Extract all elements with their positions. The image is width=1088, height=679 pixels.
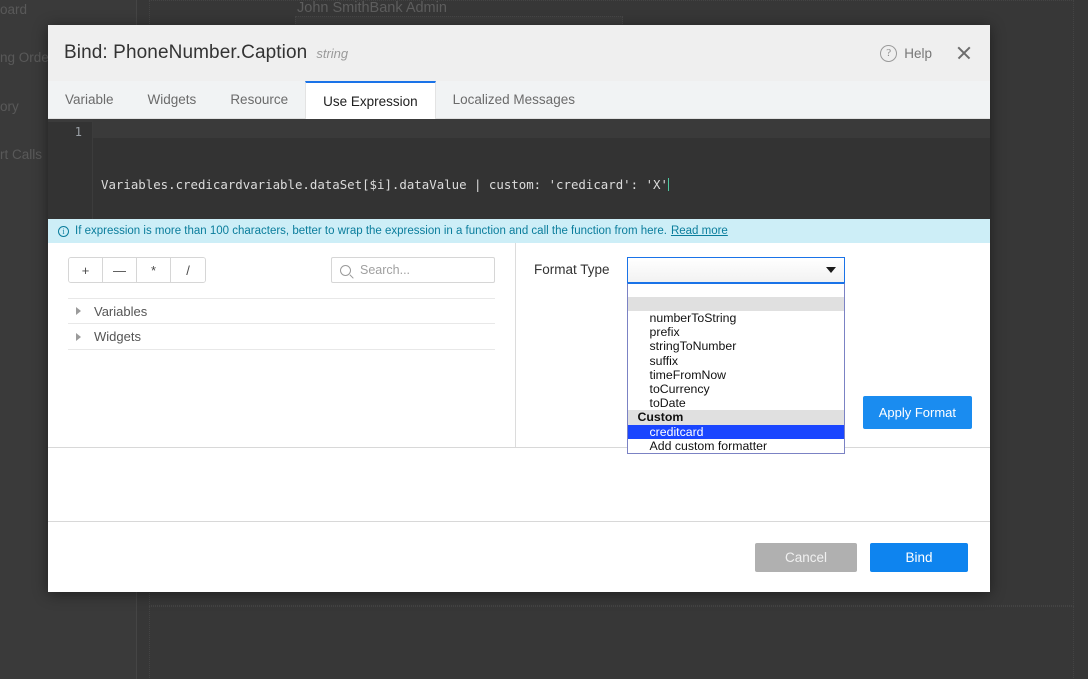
dialog-footer: Cancel Bind: [48, 522, 990, 592]
editor-code-area[interactable]: Variables.credicardvariable.dataSet[$i].…: [93, 119, 990, 219]
tree-row-variables[interactable]: Variables: [68, 298, 495, 324]
bind-button[interactable]: Bind: [870, 543, 968, 572]
cancel-button[interactable]: Cancel: [755, 543, 857, 572]
apply-format-wrap: Apply Format: [863, 396, 972, 429]
dialog-title: Bind: PhoneNumber.Caption: [64, 42, 307, 64]
tree-label: Widgets: [94, 329, 141, 344]
text-caret: [668, 178, 670, 191]
format-type-select[interactable]: [627, 257, 845, 283]
dropdown-option-prefix[interactable]: prefix: [628, 325, 844, 339]
binding-source-tree: Variables Widgets: [68, 298, 495, 350]
dialog-titlebar: Bind: PhoneNumber.Caption string ? Help: [48, 25, 990, 81]
format-type-row: Format Type numberToString prefix string…: [534, 257, 972, 283]
editor-gutter: 1: [48, 119, 92, 219]
apply-format-button[interactable]: Apply Format: [863, 396, 972, 429]
dialog-tabbar: Variable Widgets Resource Use Expression…: [48, 81, 990, 119]
dropdown-option-creditcard[interactable]: creditcard: [628, 425, 844, 439]
dropdown-option-stringtonumber[interactable]: stringToNumber: [628, 339, 844, 353]
read-more-link[interactable]: Read more: [671, 225, 728, 237]
tab-resource[interactable]: Resource: [213, 81, 305, 118]
editor-active-line-highlight: [93, 119, 990, 138]
expression-editor[interactable]: 1 Variables.credicardvariable.dataSet[$i…: [48, 119, 990, 219]
chevron-right-icon: [76, 307, 81, 315]
info-circle-icon: i: [58, 226, 69, 237]
operator-multiply-button[interactable]: *: [137, 258, 171, 282]
dialog-body: + — * / Variables Widgets: [48, 243, 990, 448]
search-icon: [340, 265, 351, 276]
expression-text: Variables.credicardvariable.dataSet[$i].…: [101, 177, 668, 192]
chevron-right-icon: [76, 333, 81, 341]
operator-button-group: + — * /: [68, 257, 206, 283]
tab-use-expression[interactable]: Use Expression: [305, 81, 436, 119]
tab-widgets[interactable]: Widgets: [131, 81, 214, 118]
dropdown-group-blank: [628, 297, 844, 311]
dropdown-option-timefromnow[interactable]: timeFromNow: [628, 368, 844, 382]
expression-builder-pane: + — * / Variables Widgets: [48, 243, 516, 447]
dropdown-option-numbertostring[interactable]: numberToString: [628, 311, 844, 325]
tree-label: Variables: [94, 304, 147, 319]
tab-variable[interactable]: Variable: [48, 81, 131, 118]
expression-hint-bar: i If expression is more than 100 charact…: [48, 219, 990, 243]
format-type-select-wrap: numberToString prefix stringToNumber suf…: [627, 257, 845, 283]
dialog-title-type: string: [316, 46, 348, 61]
background-sidebar-item-1: oard: [0, 2, 137, 17]
search-input[interactable]: [358, 262, 486, 278]
background-region-bottom: [149, 606, 1074, 679]
operator-divide-button[interactable]: /: [171, 258, 205, 282]
chevron-down-icon: [826, 267, 836, 273]
operators-and-search-row: + — * /: [68, 257, 495, 283]
tab-localized-messages[interactable]: Localized Messages: [436, 81, 592, 118]
operator-minus-button[interactable]: —: [103, 258, 137, 282]
dropdown-option-blank[interactable]: [628, 284, 844, 297]
dropdown-option-suffix[interactable]: suffix: [628, 354, 844, 368]
search-box[interactable]: [331, 257, 495, 283]
format-type-dropdown-list[interactable]: numberToString prefix stringToNumber suf…: [627, 283, 845, 454]
dropdown-option-add-custom-formatter[interactable]: Add custom formatter: [628, 439, 844, 453]
background-user-label: John SmithBank Admin: [297, 0, 447, 16]
close-icon[interactable]: [954, 43, 974, 63]
editor-code-line: Variables.credicardvariable.dataSet[$i].…: [101, 176, 990, 193]
hint-message: If expression is more than 100 character…: [75, 225, 667, 237]
help-button[interactable]: ? Help: [880, 45, 932, 62]
editor-line-number: 1: [48, 125, 82, 139]
bind-dialog: Bind: PhoneNumber.Caption string ? Help …: [48, 25, 990, 592]
format-type-label: Format Type: [534, 262, 610, 277]
dialog-empty-panel: [48, 448, 990, 522]
question-circle-icon: ?: [880, 45, 897, 62]
dropdown-option-tocurrency[interactable]: toCurrency: [628, 382, 844, 396]
dropdown-group-custom: Custom: [628, 410, 844, 424]
operator-plus-button[interactable]: +: [69, 258, 103, 282]
format-pane: Format Type numberToString prefix string…: [516, 243, 990, 447]
dropdown-option-todate[interactable]: toDate: [628, 396, 844, 410]
tree-row-widgets[interactable]: Widgets: [68, 324, 495, 350]
help-label: Help: [904, 46, 932, 61]
